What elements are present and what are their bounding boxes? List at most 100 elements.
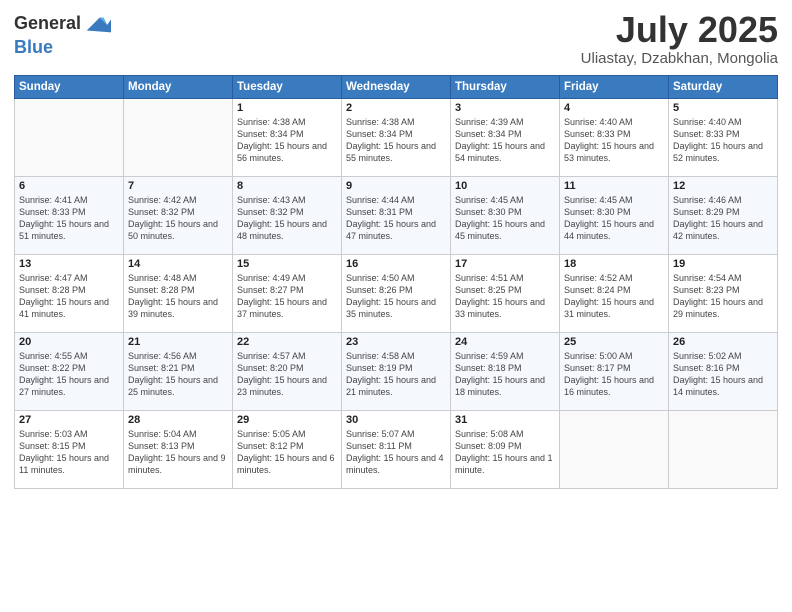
day-number: 28 <box>128 414 228 426</box>
logo-general: General <box>14 14 81 34</box>
table-row <box>15 98 124 176</box>
table-row <box>669 410 778 488</box>
day-info: Sunrise: 4:40 AMSunset: 8:33 PMDaylight:… <box>673 116 773 165</box>
table-row: 15Sunrise: 4:49 AMSunset: 8:27 PMDayligh… <box>233 254 342 332</box>
header-sunday: Sunday <box>15 75 124 98</box>
table-row: 21 Sunrise: 4:56 AMSunset: 8:21 PMDayligh… <box>124 332 233 410</box>
day-number: 27 <box>19 414 119 426</box>
day-number: 9 <box>346 180 446 192</box>
day-number: 4 <box>564 102 664 114</box>
table-row: 24 Sunrise: 4:59 AMSunset: 8:18 PMDayligh… <box>451 332 560 410</box>
day-number: 25 <box>564 336 664 348</box>
day-info: Sunrise: 4:52 AMSunset: 8:24 PMDaylight:… <box>564 272 664 321</box>
day-info: Sunrise: 4:45 AMSunset: 8:30 PMDaylight:… <box>455 194 555 243</box>
header-friday: Friday <box>560 75 669 98</box>
header-monday: Monday <box>124 75 233 98</box>
day-info: Sunrise: 4:40 AMSunset: 8:33 PMDaylight:… <box>564 116 664 165</box>
day-info: Sunrise: 5:05 AMSunset: 8:12 PMDaylight:… <box>237 428 337 477</box>
table-row: 28 Sunrise: 5:04 AMSunset: 8:13 PMDayligh… <box>124 410 233 488</box>
day-info: Sunrise: 4:44 AMSunset: 8:31 PMDaylight:… <box>346 194 446 243</box>
day-info: Sunrise: 5:02 AMSunset: 8:16 PMDaylight:… <box>673 350 773 399</box>
day-info: Sunrise: 5:03 AMSunset: 8:15 PMDaylight:… <box>19 428 119 477</box>
day-number: 26 <box>673 336 773 348</box>
title-area: July 2025 Uliastay, Dzabkhan, Mongolia <box>581 10 778 67</box>
table-row: 14Sunrise: 4:48 AMSunset: 8:28 PMDayligh… <box>124 254 233 332</box>
day-info: Sunrise: 4:50 AMSunset: 8:26 PMDaylight:… <box>346 272 446 321</box>
day-number: 8 <box>237 180 337 192</box>
table-row: 3Sunrise: 4:39 AMSunset: 8:34 PMDaylight… <box>451 98 560 176</box>
day-number: 19 <box>673 258 773 270</box>
day-number: 10 <box>455 180 555 192</box>
table-row: 6Sunrise: 4:41 AMSunset: 8:33 PMDaylight… <box>15 176 124 254</box>
day-info: Sunrise: 4:58 AMSunset: 8:19 PMDaylight:… <box>346 350 446 399</box>
table-row: 17 Sunrise: 4:51 AMSunset: 8:25 PMDayligh… <box>451 254 560 332</box>
day-info: Sunrise: 5:04 AMSunset: 8:13 PMDaylight:… <box>128 428 228 477</box>
day-info: Sunrise: 4:47 AMSunset: 8:28 PMDaylight:… <box>19 272 119 321</box>
table-row: 31 Sunrise: 5:08 AMSunset: 8:09 PMDayligh… <box>451 410 560 488</box>
day-number: 11 <box>564 180 664 192</box>
day-info: Sunrise: 4:46 AMSunset: 8:29 PMDaylight:… <box>673 194 773 243</box>
logo-icon <box>83 10 111 38</box>
day-number: 5 <box>673 102 773 114</box>
day-info: Sunrise: 4:55 AMSunset: 8:22 PMDaylight:… <box>19 350 119 399</box>
day-number: 13 <box>19 258 119 270</box>
calendar: Sunday Monday Tuesday Wednesday Thursday… <box>14 75 778 489</box>
day-number: 12 <box>673 180 773 192</box>
table-row: 18 Sunrise: 4:52 AMSunset: 8:24 PMDayligh… <box>560 254 669 332</box>
table-row: 29Sunrise: 5:05 AMSunset: 8:12 PMDayligh… <box>233 410 342 488</box>
logo-blue: Blue <box>14 38 111 58</box>
table-row: 19Sunrise: 4:54 AMSunset: 8:23 PMDayligh… <box>669 254 778 332</box>
table-row: 7 Sunrise: 4:42 AMSunset: 8:32 PMDaylight… <box>124 176 233 254</box>
day-number: 2 <box>346 102 446 114</box>
table-row <box>560 410 669 488</box>
month-title: July 2025 <box>581 10 778 50</box>
table-row: 1 Sunrise: 4:38 AMSunset: 8:34 PMDaylight… <box>233 98 342 176</box>
day-info: Sunrise: 4:43 AMSunset: 8:32 PMDaylight:… <box>237 194 337 243</box>
page: General Blue July 2025 Uliastay, Dzabkha… <box>0 0 792 612</box>
day-info: Sunrise: 4:59 AMSunset: 8:18 PMDaylight:… <box>455 350 555 399</box>
header: General Blue July 2025 Uliastay, Dzabkha… <box>14 10 778 67</box>
table-row: 12 Sunrise: 4:46 AMSunset: 8:29 PMDayligh… <box>669 176 778 254</box>
day-number: 7 <box>128 180 228 192</box>
day-number: 18 <box>564 258 664 270</box>
day-info: Sunrise: 4:38 AMSunset: 8:34 PMDaylight:… <box>346 116 446 165</box>
table-row: 11 Sunrise: 4:45 AMSunset: 8:30 PMDayligh… <box>560 176 669 254</box>
day-info: Sunrise: 4:42 AMSunset: 8:32 PMDaylight:… <box>128 194 228 243</box>
day-info: Sunrise: 4:45 AMSunset: 8:30 PMDaylight:… <box>564 194 664 243</box>
day-info: Sunrise: 5:08 AMSunset: 8:09 PMDaylight:… <box>455 428 555 477</box>
table-row: 13 Sunrise: 4:47 AMSunset: 8:28 PMDayligh… <box>15 254 124 332</box>
logo-text: General Blue <box>14 10 111 58</box>
day-number: 20 <box>19 336 119 348</box>
day-number: 30 <box>346 414 446 426</box>
header-saturday: Saturday <box>669 75 778 98</box>
day-number: 24 <box>455 336 555 348</box>
day-number: 14 <box>128 258 228 270</box>
day-number: 23 <box>346 336 446 348</box>
day-number: 1 <box>237 102 337 114</box>
day-info: Sunrise: 5:00 AMSunset: 8:17 PMDaylight:… <box>564 350 664 399</box>
day-number: 17 <box>455 258 555 270</box>
table-row: 23 Sunrise: 4:58 AMSunset: 8:19 PMDayligh… <box>342 332 451 410</box>
table-row: 9 Sunrise: 4:44 AMSunset: 8:31 PMDaylight… <box>342 176 451 254</box>
logo-area: General Blue <box>14 10 111 58</box>
table-row <box>124 98 233 176</box>
table-row: 22Sunrise: 4:57 AMSunset: 8:20 PMDayligh… <box>233 332 342 410</box>
table-row: 10 Sunrise: 4:45 AMSunset: 8:30 PMDayligh… <box>451 176 560 254</box>
day-info: Sunrise: 5:07 AMSunset: 8:11 PMDaylight:… <box>346 428 446 477</box>
day-info: Sunrise: 4:39 AMSunset: 8:34 PMDaylight:… <box>455 116 555 165</box>
table-row: 30 Sunrise: 5:07 AMSunset: 8:11 PMDayligh… <box>342 410 451 488</box>
day-info: Sunrise: 4:51 AMSunset: 8:25 PMDaylight:… <box>455 272 555 321</box>
day-number: 31 <box>455 414 555 426</box>
location-title: Uliastay, Dzabkhan, Mongolia <box>581 50 778 67</box>
day-info: Sunrise: 4:41 AMSunset: 8:33 PMDaylight:… <box>19 194 119 243</box>
day-info: Sunrise: 4:56 AMSunset: 8:21 PMDaylight:… <box>128 350 228 399</box>
table-row: 27 Sunrise: 5:03 AMSunset: 8:15 PMDayligh… <box>15 410 124 488</box>
day-info: Sunrise: 4:38 AMSunset: 8:34 PMDaylight:… <box>237 116 337 165</box>
table-row: 5 Sunrise: 4:40 AMSunset: 8:33 PMDaylight… <box>669 98 778 176</box>
day-number: 21 <box>128 336 228 348</box>
table-row: 25 Sunrise: 5:00 AMSunset: 8:17 PMDayligh… <box>560 332 669 410</box>
header-wednesday: Wednesday <box>342 75 451 98</box>
table-row: 20 Sunrise: 4:55 AMSunset: 8:22 PMDayligh… <box>15 332 124 410</box>
day-number: 16 <box>346 258 446 270</box>
header-thursday: Thursday <box>451 75 560 98</box>
